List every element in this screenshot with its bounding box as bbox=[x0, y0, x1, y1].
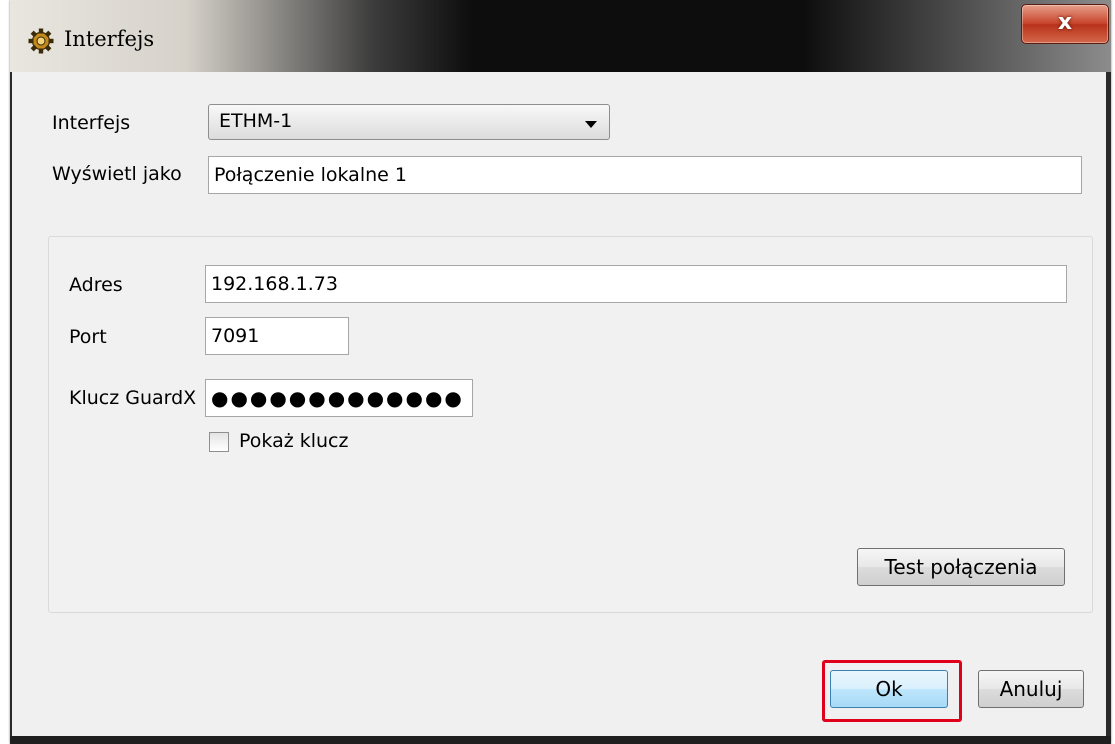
window-title: Interfejs bbox=[64, 27, 155, 51]
interface-select-value: ETHM-1 bbox=[219, 110, 293, 132]
interface-label: Interfejs bbox=[52, 112, 131, 134]
title-bar[interactable]: Interfejs x bbox=[10, 0, 1111, 72]
test-connection-button[interactable]: Test połączenia bbox=[857, 548, 1065, 586]
gear-icon bbox=[28, 28, 54, 54]
masked-password: ●●●●●●●●●●●●● bbox=[211, 386, 464, 410]
show-key-label[interactable]: Pokaż klucz bbox=[239, 430, 348, 452]
display-as-input[interactable]: Połączenie lokalne 1 bbox=[208, 156, 1082, 194]
address-label: Adres bbox=[69, 274, 123, 296]
dialog-window: Interfejs x Interfejs ETHM-1 Wyświetl ja… bbox=[10, 0, 1111, 744]
chevron-down-icon bbox=[585, 121, 597, 128]
dialog-client-area: Interfejs ETHM-1 Wyświetl jako Połączeni… bbox=[10, 72, 1111, 736]
guardx-key-input[interactable]: ●●●●●●●●●●●●● bbox=[205, 379, 473, 417]
address-input[interactable]: 192.168.1.73 bbox=[205, 265, 1067, 303]
close-button[interactable]: x bbox=[1021, 4, 1109, 44]
connection-settings-panel: Adres 192.168.1.73 Port 7091 Klucz Guard… bbox=[48, 236, 1093, 613]
show-key-checkbox[interactable] bbox=[209, 432, 229, 452]
ok-highlight-frame bbox=[822, 660, 962, 722]
display-as-label: Wyświetl jako bbox=[52, 163, 182, 185]
cancel-button[interactable]: Anuluj bbox=[978, 670, 1084, 708]
port-label: Port bbox=[69, 326, 107, 348]
guardx-key-label: Klucz GuardX bbox=[69, 387, 197, 409]
port-input[interactable]: 7091 bbox=[205, 317, 349, 355]
interface-select[interactable]: ETHM-1 bbox=[208, 104, 610, 140]
